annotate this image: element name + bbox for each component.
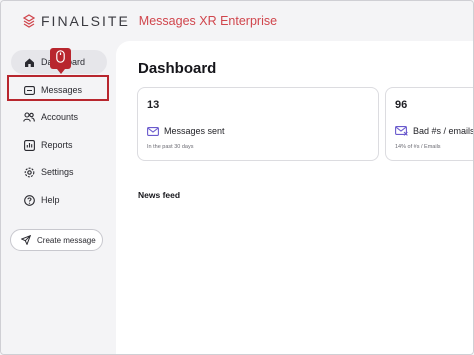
news-feed-heading: News feed xyxy=(138,190,181,200)
sidebar-item-reports[interactable]: Reports xyxy=(11,133,107,157)
messages-highlight-frame xyxy=(7,75,109,101)
brand-name: FINALSITE xyxy=(41,13,130,29)
finalsite-logo-icon xyxy=(22,14,36,28)
click-indicator xyxy=(50,48,71,74)
card-label: Bad #s / emails xyxy=(413,126,474,136)
users-icon xyxy=(23,111,35,123)
main-content: Dashboard 13 Messages sent In the past 3… xyxy=(116,41,473,354)
create-message-label: Create message xyxy=(37,235,96,245)
reports-icon xyxy=(23,139,35,151)
product-name: Messages XR Enterprise xyxy=(138,14,278,28)
send-icon xyxy=(21,235,31,245)
app-window: FINALSITE Messages XR Enterprise Dashboa… xyxy=(0,0,474,355)
card-subtext: 14% of #s / Emails xyxy=(395,144,441,150)
page-title: Dashboard xyxy=(138,60,217,77)
messages-sent-card[interactable]: 13 Messages sent In the past 30 days xyxy=(137,87,379,161)
sidebar-item-help[interactable]: Help xyxy=(11,188,107,212)
mouse-icon xyxy=(56,49,65,68)
gear-icon xyxy=(23,166,35,178)
card-value: 96 xyxy=(395,99,408,111)
card-label: Messages sent xyxy=(164,126,225,136)
sidebar-item-label: Help xyxy=(41,195,60,205)
sidebar-item-accounts[interactable]: Accounts xyxy=(11,105,107,129)
create-message-button[interactable]: Create message xyxy=(10,229,103,251)
sidebar-item-settings[interactable]: Settings xyxy=(11,160,107,184)
sidebar-item-label: Settings xyxy=(41,167,74,177)
card-value: 13 xyxy=(147,99,160,111)
sidebar: Dashboard Messages Accounts Reports Sett… xyxy=(1,41,116,354)
home-icon xyxy=(23,56,35,68)
top-bar: FINALSITE Messages XR Enterprise xyxy=(1,1,473,41)
bad-numbers-card[interactable]: 96 Bad #s / emails 14% of #s / Emails xyxy=(385,87,474,161)
bad-mail-icon xyxy=(395,126,408,136)
sidebar-item-label: Reports xyxy=(41,140,73,150)
card-subtext: In the past 30 days xyxy=(147,144,194,150)
mail-icon xyxy=(147,126,159,136)
sidebar-item-label: Accounts xyxy=(41,112,79,122)
help-icon xyxy=(23,194,35,206)
